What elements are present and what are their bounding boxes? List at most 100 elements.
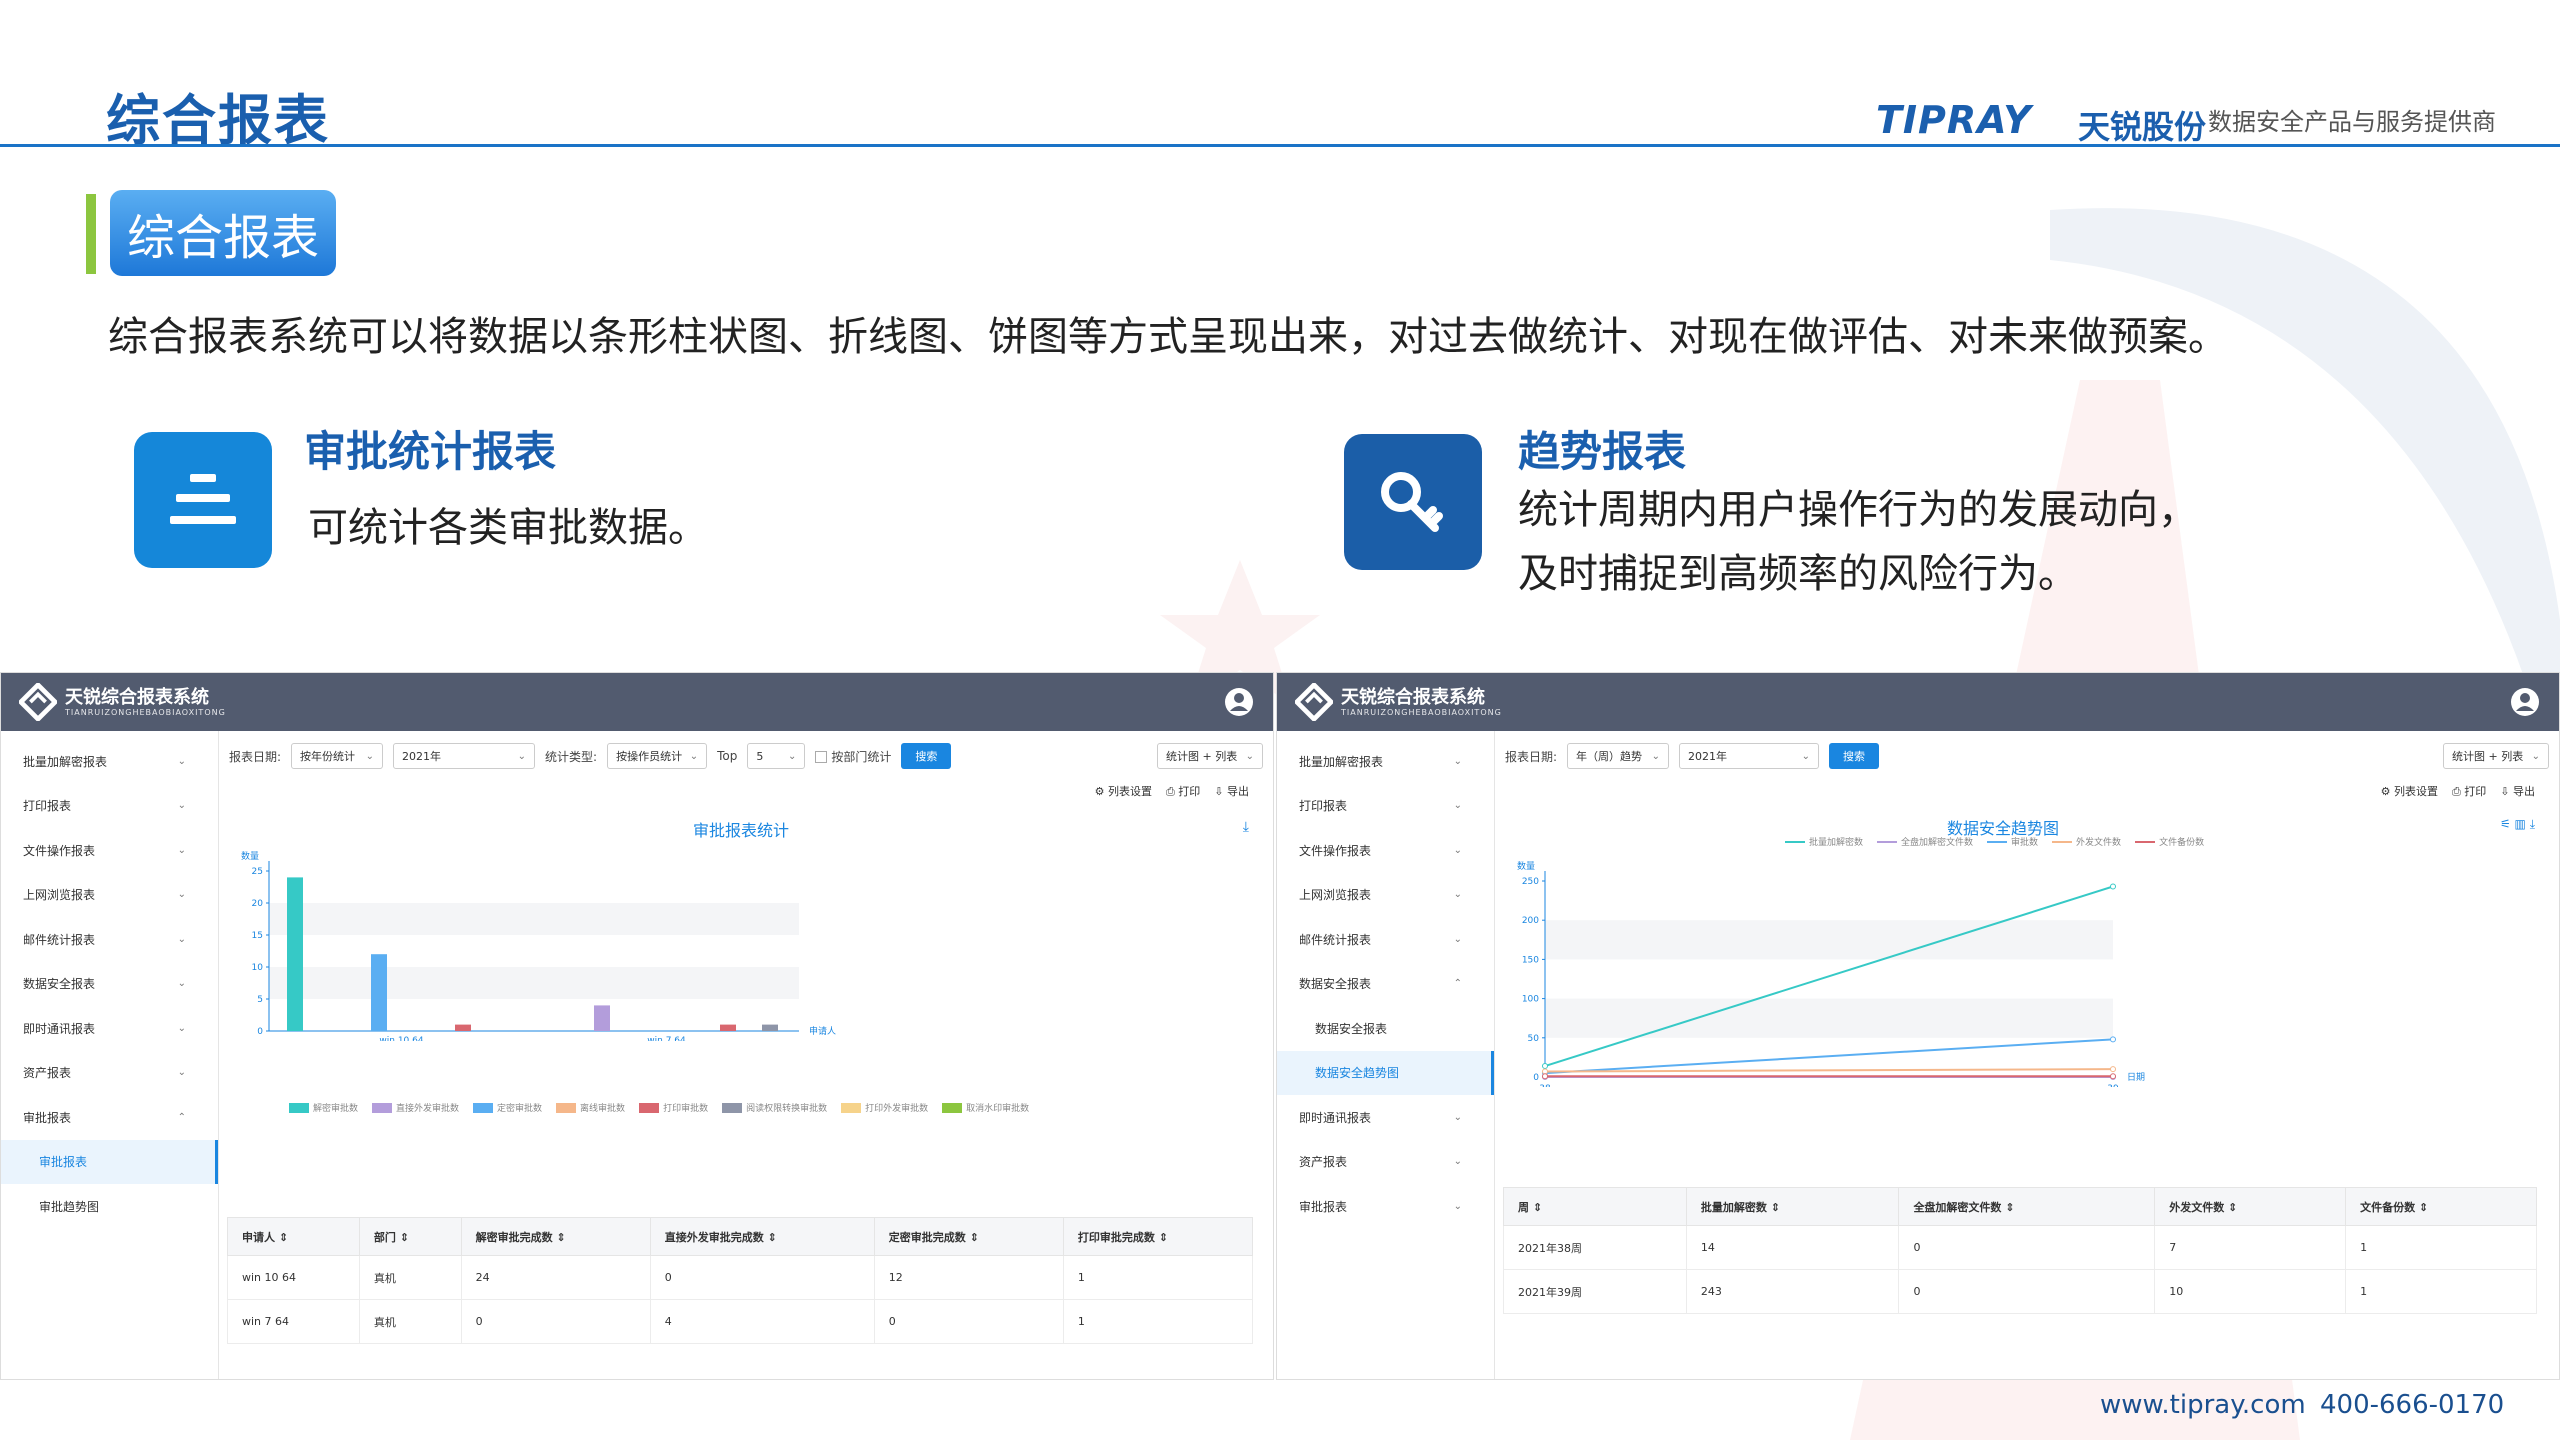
y-tick-label: 10 — [252, 963, 264, 973]
sidebar-item[interactable]: 批量加解密报表 ⌄ — [1277, 739, 1494, 784]
sidebar-item[interactable]: 数据安全报表 ⌄ — [1, 962, 218, 1007]
footer-url[interactable]: www.tipray.com — [2100, 1390, 2306, 1420]
table-row[interactable]: 2021年38周 14 0 7 1 — [1503, 1225, 2537, 1270]
legend-item[interactable]: 离线审批数 — [556, 1101, 625, 1114]
table-row[interactable]: win 10 64 真机 24 0 12 1 — [227, 1255, 1254, 1300]
legend-item[interactable]: 定密审批数 — [473, 1101, 542, 1114]
legend-item[interactable]: 打印审批数 — [639, 1101, 708, 1114]
table-cell: 真机 — [358, 1255, 462, 1300]
view-select[interactable]: 统计图 + 列表 ⌄ — [2443, 743, 2549, 769]
year-select[interactable]: 2021年 ⌄ — [393, 743, 536, 769]
top-label: Top — [717, 749, 738, 763]
column-header[interactable]: 定密审批完成数 ⇕ — [873, 1217, 1064, 1256]
column-header[interactable]: 打印审批完成数 ⇕ — [1062, 1217, 1254, 1256]
sidebar-item[interactable]: 审批报表 ⌄ — [1277, 1184, 1494, 1229]
sidebar-subitem[interactable]: 数据安全趋势图 — [1277, 1050, 1494, 1095]
sidebar-item[interactable]: 文件操作报表 ⌄ — [1, 828, 218, 873]
export-button[interactable]: ⇩ 导出 — [1214, 783, 1249, 799]
print-button[interactable]: ⎙ 打印 — [2452, 783, 2486, 799]
bar — [594, 1005, 610, 1031]
column-header[interactable]: 解密审批完成数 ⇕ — [460, 1217, 651, 1256]
print-button[interactable]: ⎙ 打印 — [1166, 783, 1200, 799]
column-header[interactable]: 申请人 ⇕ — [227, 1217, 360, 1256]
list-settings-button[interactable]: ⚙ 列表设置 — [1095, 783, 1152, 799]
main-content: 报表日期: 年（周）趋势 ⌄ 2021年 ⌄ 搜索 统计图 + 列表 ⌄ ⚙ 列表设置… — [1495, 731, 2559, 1379]
column-header[interactable]: 外发文件数 ⇕ — [2154, 1187, 2347, 1226]
search-button[interactable]: 搜索 — [1829, 743, 1880, 769]
legend-swatch — [1877, 840, 1898, 843]
user-avatar-icon[interactable] — [1223, 686, 1255, 718]
chart-title: 审批报表统计 — [693, 821, 790, 840]
chevron-icon: ⌄ — [1453, 844, 1462, 856]
view-select[interactable]: 统计图 + 列表 ⌄ — [1157, 743, 1263, 769]
sidebar-item[interactable]: 资产报表 ⌄ — [1277, 1140, 1494, 1185]
brand-slogan: 数据安全产品与服务提供商 — [2208, 108, 2496, 136]
table-cell: win 7 64 — [227, 1299, 360, 1344]
legend-item[interactable]: 文件备份数 — [2135, 835, 2204, 848]
date-mode-select[interactable]: 按年份统计 ⌄ — [291, 743, 384, 769]
bar — [371, 954, 387, 1031]
bar-chart: 0 5 10 15 20 25 数量申请人 win 10 64 win 7 64 — [241, 850, 836, 1041]
footer-phone: 400-666-0170 — [2320, 1390, 2505, 1420]
sidebar-item[interactable]: 打印报表 ⌄ — [1277, 784, 1494, 829]
table-cell: 0 — [1898, 1269, 2156, 1314]
column-header[interactable]: 周 ⇕ — [1503, 1187, 1687, 1226]
table-row[interactable]: win 7 64 真机 0 4 0 1 — [227, 1299, 1254, 1344]
download-icon[interactable]: ⤓ — [1243, 819, 1249, 835]
y-tick-label: 0 — [1533, 1073, 1539, 1083]
date-mode-select[interactable]: 年（周）趋势 ⌄ — [1567, 743, 1670, 769]
trend-table: 周 ⇕ 批量加解密数 ⇕ 全盘加解密文件数 ⇕ 外发文件数 ⇕ 文件备份数 ⇕ 2021年… — [1503, 1187, 2537, 1314]
legend-item[interactable]: 解密审批数 — [289, 1101, 358, 1114]
sidebar-subitem[interactable]: 数据安全报表 — [1277, 1006, 1494, 1051]
table-row[interactable]: 2021年39周 243 0 10 1 — [1503, 1269, 2537, 1314]
column-header[interactable]: 批量加解密数 ⇕ — [1685, 1187, 1900, 1226]
legend-item[interactable]: 全盘加解密文件数 — [1877, 835, 1973, 848]
sidebar-item[interactable]: 邮件统计报表 ⌄ — [1, 917, 218, 962]
sidebar-item[interactable]: 审批报表 ⌃ — [1, 1095, 218, 1140]
sidebar-item[interactable]: 打印报表 ⌄ — [1, 784, 218, 829]
column-header[interactable]: 直接外发审批完成数 ⇕ — [649, 1217, 875, 1256]
y-tick-label: 15 — [252, 931, 263, 941]
user-avatar-icon[interactable] — [2509, 686, 2541, 718]
legend-swatch — [942, 1102, 963, 1113]
column-header[interactable]: 文件备份数 ⇕ — [2345, 1187, 2537, 1226]
y-tick-label: 100 — [1522, 995, 1539, 1005]
header-divider — [0, 144, 2560, 147]
legend-item[interactable]: 批量加解密数 — [1785, 835, 1863, 848]
sidebar-item[interactable]: 批量加解密报表 ⌄ — [1, 739, 218, 784]
sidebar-item[interactable]: 上网浏览报表 ⌄ — [1, 873, 218, 918]
table-cell: 2021年39周 — [1503, 1269, 1687, 1314]
list-icon — [134, 432, 272, 568]
list-settings-button[interactable]: ⚙ 列表设置 — [2381, 783, 2438, 799]
sidebar-item[interactable]: 上网浏览报表 ⌄ — [1277, 873, 1494, 918]
sidebar-item[interactable]: 文件操作报表 ⌄ — [1277, 828, 1494, 873]
legend-item[interactable]: 阅读权限转换审批数 — [722, 1101, 827, 1114]
sidebar-item[interactable]: 邮件统计报表 ⌄ — [1277, 917, 1494, 962]
chart-tools-icon[interactable]: ⚟ ▥ ⤓ — [2500, 817, 2535, 832]
dept-checkbox[interactable]: 按部门统计 — [815, 748, 891, 765]
column-header[interactable]: 部门 ⇕ — [358, 1217, 462, 1256]
chart-legend: 批量加解密数 全盘加解密文件数 审批数 外发文件数 文件备份数 — [1785, 835, 2204, 848]
year-select[interactable]: 2021年 ⌄ — [1679, 743, 1820, 769]
sidebar-subitem[interactable]: 审批趋势图 — [1, 1184, 218, 1229]
legend-item[interactable]: 打印外发审批数 — [841, 1101, 928, 1114]
table-header-row: 周 ⇕ 批量加解密数 ⇕ 全盘加解密文件数 ⇕ 外发文件数 ⇕ 文件备份数 ⇕ — [1503, 1187, 2537, 1226]
search-button[interactable]: 搜索 — [901, 743, 952, 769]
sidebar-item[interactable]: 即时通讯报表 ⌄ — [1, 1006, 218, 1051]
legend-item[interactable]: 审批数 — [1987, 835, 2038, 848]
top-select[interactable]: 5 ⌄ — [747, 743, 806, 769]
legend-item[interactable]: 直接外发审批数 — [372, 1101, 459, 1114]
chevron-icon: ⌄ — [177, 800, 186, 812]
sidebar-item[interactable]: 即时通讯报表 ⌄ — [1277, 1095, 1494, 1140]
legend-item[interactable]: 外发文件数 — [2052, 835, 2121, 848]
column-header[interactable]: 全盘加解密文件数 ⇕ — [1898, 1187, 2156, 1226]
chevron-down-icon: ⌄ — [1651, 750, 1661, 762]
legend-item[interactable]: 取消水印审批数 — [942, 1101, 1029, 1114]
y-axis-label: 数量 — [241, 850, 259, 862]
sidebar-subitem[interactable]: 审批报表 — [1, 1139, 218, 1184]
sidebar-item[interactable]: 数据安全报表 ⌃ — [1277, 962, 1494, 1007]
sidebar-item[interactable]: 资产报表 ⌄ — [1, 1051, 218, 1096]
bar — [287, 877, 303, 1031]
type-select[interactable]: 按操作员统计 ⌄ — [607, 743, 708, 769]
export-button[interactable]: ⇩ 导出 — [2500, 783, 2535, 799]
